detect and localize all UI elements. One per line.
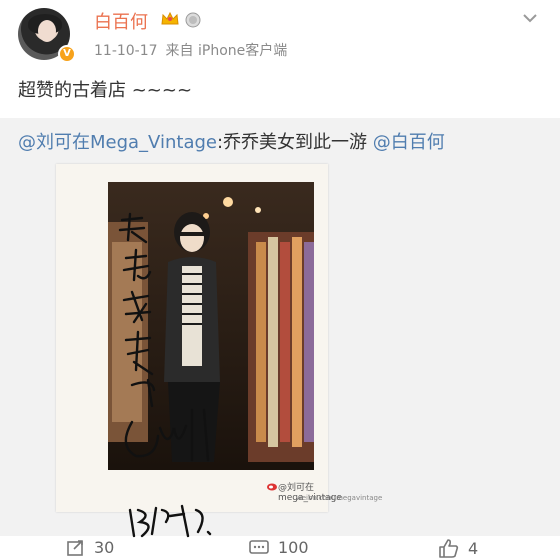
repost-count: 30 (94, 538, 115, 557)
post-text: 超赞的古着店 ~~~~ (18, 80, 193, 101)
watermark-url: weibo.com/megavintage (296, 494, 383, 502)
verified-badge: V (58, 45, 76, 63)
comment-icon (249, 539, 269, 554)
repost-button[interactable]: 30 (66, 538, 114, 557)
comment-count: 100 (278, 538, 309, 557)
weibo-logo-icon (267, 483, 277, 491)
like-count: 4 (468, 538, 479, 558)
chevron-down-icon[interactable] (520, 10, 540, 26)
tagged-user-link[interactable]: @白百何 (373, 132, 445, 153)
post-source[interactable]: 来自 iPhone客户端 (166, 43, 288, 59)
retweet-text-line: @刘可在Mega_Vintage:乔乔美女到此一游 @白百何 (18, 128, 445, 154)
post-header: V 白百何 11-10-17 来自 iPhone客户端 (0, 0, 560, 70)
action-bar: 30 100 4 (0, 538, 560, 560)
like-button[interactable]: 4 (438, 538, 478, 558)
polaroid-photo[interactable]: @刘可在mega_vintage weibo.com/megavintage (56, 164, 382, 538)
retweet-author-link[interactable]: @刘可在Mega_Vintage (18, 132, 217, 153)
thumbs-up-icon (439, 539, 459, 558)
post-meta: 11-10-17 来自 iPhone客户端 (94, 40, 287, 60)
crown-icon (161, 11, 179, 25)
retweet-text: :乔乔美女到此一游 (216, 132, 373, 153)
comment-button[interactable]: 100 (248, 538, 309, 557)
retweet-block[interactable]: @刘可在Mega_Vintage:乔乔美女到此一游 @白百何 @刘可在mega_… (0, 118, 560, 538)
repost-icon (67, 539, 83, 556)
medal-icon (185, 12, 201, 28)
username[interactable]: 白百何 (94, 8, 148, 34)
timestamp: 11-10-17 (94, 43, 158, 59)
handwritten-signature (118, 212, 212, 538)
